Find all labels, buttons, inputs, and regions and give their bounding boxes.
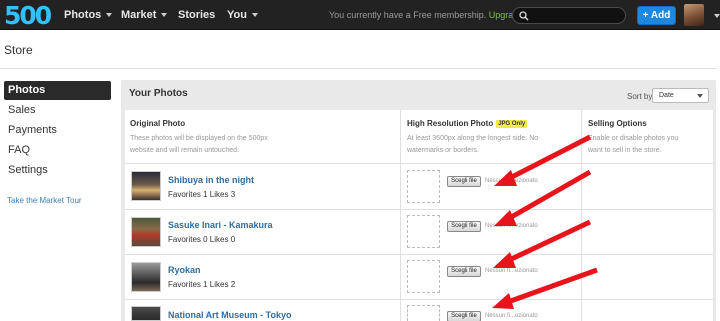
nav-you[interactable]: You — [227, 0, 258, 30]
photo-title-link[interactable]: National Art Museum - Tokyo — [168, 310, 292, 320]
avatar[interactable] — [684, 4, 704, 26]
column-desc-line: These photos will be displayed on the 50… — [130, 135, 268, 142]
column-header-original: Original Photo — [130, 119, 186, 128]
nav-stories-label: Stories — [178, 9, 216, 21]
add-button[interactable]: + Add — [637, 6, 676, 25]
sidebar-item-settings[interactable]: Settings — [4, 161, 111, 180]
column-desc-line: At least 3600px along the longest side. … — [407, 135, 539, 142]
row-divider — [125, 254, 713, 255]
choose-file-button[interactable]: Scegli file — [447, 221, 481, 232]
nav-stories[interactable]: Stories — [178, 0, 215, 30]
photo-stats: Favorites 1 Likes 3 — [168, 190, 236, 199]
nav-photos-label: Photos — [64, 9, 102, 21]
row-divider — [125, 299, 713, 300]
sort-select-value: Date — [659, 92, 674, 99]
top-bar: 500 Photos Market Stories You You curren… — [0, 0, 720, 30]
nav-market[interactable]: Market — [121, 0, 168, 30]
hi-res-drop-zone[interactable] — [407, 305, 440, 321]
photo-thumbnail[interactable] — [131, 217, 161, 247]
choose-file-button[interactable]: Scegli file — [447, 311, 481, 321]
column-desc-line: watermarks or borders. — [407, 147, 479, 154]
file-status: Nessun fi...ezionato — [485, 268, 538, 274]
sidebar-item-payments[interactable]: Payments — [4, 121, 111, 140]
nav-photos[interactable]: Photos — [64, 0, 113, 30]
membership-notice: You currently have a Free membership. Up… — [329, 0, 542, 30]
column-header-highres: High Resolution Photo JPG Only — [407, 119, 528, 128]
nav-you-label: You — [227, 9, 247, 21]
column-desc-line: Enable or disable photos you — [588, 135, 679, 142]
photo-title-link[interactable]: Ryokan — [168, 265, 201, 275]
file-status: Nessun fi...ezionato — [485, 178, 538, 184]
column-header-selling: Selling Options — [588, 119, 647, 128]
photo-thumbnail[interactable] — [131, 171, 161, 201]
choose-file-button[interactable]: Scegli file — [447, 176, 481, 187]
photo-stats: Favorites 0 Likes 0 — [168, 235, 236, 244]
column-desc-line: want to sell in the store. — [588, 147, 662, 154]
file-status: Nessun fi...ezionato — [485, 223, 538, 229]
hi-res-drop-zone[interactable] — [407, 170, 440, 203]
search-input[interactable] — [512, 7, 626, 24]
sort-select[interactable]: Date — [652, 88, 709, 103]
nav-market-label: Market — [121, 9, 157, 21]
market-tour-link[interactable]: Take the Market Tour — [7, 196, 82, 205]
membership-text: You currently have a Free membership. — [329, 10, 487, 20]
site-logo[interactable]: 500 — [4, 1, 52, 30]
photo-stats: Favorites 1 Likes 2 — [168, 280, 236, 289]
chevron-down-icon — [697, 94, 703, 98]
page-title: Store — [4, 43, 33, 57]
chevron-down-icon — [251, 13, 258, 18]
photo-title-link[interactable]: Sasuke Inari - Kamakura — [168, 220, 273, 230]
column-divider — [581, 110, 582, 321]
chevron-down-icon — [106, 13, 113, 18]
column-desc-highres: At least 3600px along the longest side. … — [407, 133, 538, 157]
hi-res-drop-zone[interactable] — [407, 260, 440, 293]
photo-thumbnail[interactable] — [131, 262, 161, 292]
column-desc-selling: Enable or disable photos you want to sel… — [588, 133, 678, 157]
row-divider — [125, 209, 713, 210]
chevron-down-icon — [161, 13, 168, 18]
hi-res-drop-zone[interactable] — [407, 215, 440, 248]
jpg-only-badge: JPG Only — [496, 120, 528, 128]
column-desc-original: These photos will be displayed on the 50… — [130, 133, 268, 157]
sidebar-item-sales[interactable]: Sales — [4, 101, 111, 120]
column-divider — [400, 110, 401, 321]
chevron-down-icon[interactable] — [714, 14, 720, 18]
sidebar-item-photos[interactable]: Photos — [4, 81, 111, 100]
column-desc-line: website and will remain untouched. — [130, 147, 239, 154]
column-header-highres-label: High Resolution Photo — [407, 119, 494, 128]
row-divider — [125, 163, 713, 164]
choose-file-button[interactable]: Scegli file — [447, 266, 481, 277]
sidebar-item-faq[interactable]: FAQ — [4, 141, 111, 160]
file-status: Nessun fi...ezionato — [485, 313, 538, 319]
plus-icon: + — [642, 10, 649, 21]
panel-title: Your Photos — [129, 88, 188, 99]
sort-label: Sort by — [627, 92, 653, 101]
add-button-label: Add — [650, 10, 671, 21]
photo-thumbnail[interactable] — [131, 306, 161, 321]
photo-title-link[interactable]: Shibuya in the night — [168, 175, 254, 185]
search-icon — [519, 11, 529, 21]
divider — [0, 68, 716, 69]
